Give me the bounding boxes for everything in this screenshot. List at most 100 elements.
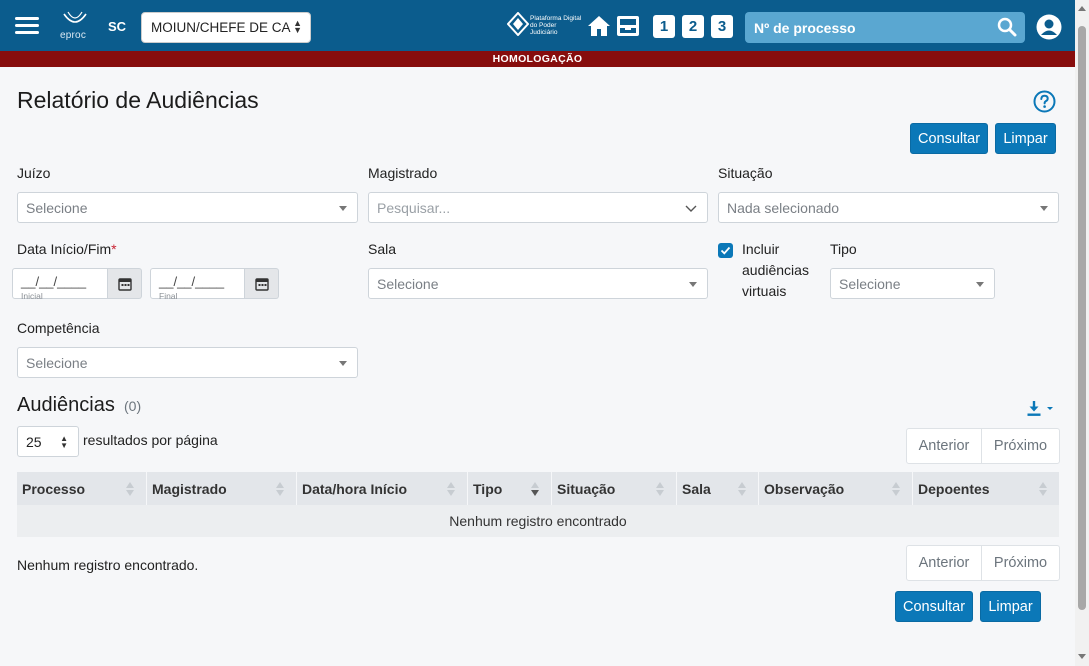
magistrado-label: Magistrado xyxy=(368,165,438,181)
sort-icon xyxy=(892,482,900,496)
profile-select-value: MOIUN/CHEFE DE CA xyxy=(151,20,291,35)
per-page-value: 25 xyxy=(26,433,42,450)
profile-select[interactable]: MOIUN/CHEFE DE CA ▲ ▼ xyxy=(141,12,311,43)
checkmark-icon xyxy=(720,246,731,255)
column-header-processo[interactable]: Processo xyxy=(17,472,147,505)
download-icon[interactable] xyxy=(1026,400,1056,418)
sort-desc-icon xyxy=(531,482,539,496)
caret-down-icon xyxy=(689,282,697,287)
pdpj-logo[interactable]: Plataforma Digital do Poder Judiciário xyxy=(506,11,583,42)
user-account-icon[interactable] xyxy=(1036,14,1062,40)
magistrado-search-input[interactable]: Pesquisar... xyxy=(368,192,708,223)
sala-select[interactable]: Selecione xyxy=(368,268,708,299)
situacao-select-value: Nada selecionado xyxy=(727,199,840,216)
incluir-virtuais-checkbox[interactable] xyxy=(718,243,733,258)
caret-down-icon xyxy=(976,282,984,287)
column-header-label: Situação xyxy=(557,480,616,497)
table-empty-row: Nenhum registro encontrado xyxy=(17,505,1059,537)
competencia-label: Competência xyxy=(17,320,100,336)
chevron-down-icon xyxy=(685,205,697,212)
column-header-label: Magistrado xyxy=(152,480,227,497)
data-fim-input[interactable]: __/__/____ Final xyxy=(150,268,245,301)
table-header: Processo Magistrado Data/hora Início Tip… xyxy=(17,472,1059,505)
caret-down-icon xyxy=(1040,206,1048,211)
main-content: Relatório de Audiências Consultar Limpar… xyxy=(0,67,1075,666)
data-inicio-calendar-button[interactable] xyxy=(108,268,142,299)
data-fim-calendar-button[interactable] xyxy=(245,268,279,299)
situacao-select[interactable]: Nada selecionado xyxy=(718,192,1059,223)
pagination-top: Anterior Próximo xyxy=(906,428,1060,464)
shortcut-2-button[interactable]: 2 xyxy=(682,15,704,38)
sala-label: Sala xyxy=(368,241,397,257)
search-icon[interactable] xyxy=(997,17,1017,37)
limpar-button-top[interactable]: Limpar xyxy=(995,123,1056,154)
consultar-button-bottom[interactable]: Consultar xyxy=(895,591,973,622)
per-page-label: resultados por página xyxy=(83,432,218,448)
pagination-bottom: Anterior Próximo xyxy=(906,545,1060,581)
incluir-virtuais-label[interactable]: Incluir audiências virtuais xyxy=(742,239,822,302)
results-title: Audiências xyxy=(17,394,115,416)
column-header-observacao[interactable]: Observação xyxy=(759,472,913,505)
juizo-select-value: Selecione xyxy=(26,199,88,216)
environment-banner: HOMOLOGAÇÃO xyxy=(0,51,1075,67)
pdpj-logo-text: Plataforma Digital do Poder Judiciário xyxy=(530,15,582,36)
column-header-situacao[interactable]: Situação xyxy=(552,472,677,505)
competencia-select-value: Selecione xyxy=(26,354,88,371)
consultar-button-top[interactable]: Consultar xyxy=(910,123,988,154)
next-page-button[interactable]: Próximo xyxy=(982,546,1059,580)
scroll-down-arrow-icon[interactable] xyxy=(1078,654,1086,659)
juizo-label: Juízo xyxy=(17,165,51,181)
results-footer-message: Nenhum registro encontrado. xyxy=(17,557,199,573)
data-inicio-sublabel: Inicial xyxy=(21,291,43,301)
column-header-sala[interactable]: Sala xyxy=(677,472,759,505)
juizo-select[interactable]: Selecione xyxy=(17,192,358,223)
column-header-tipo[interactable]: Tipo xyxy=(468,472,552,505)
data-fim-sublabel: Final xyxy=(159,291,178,301)
shortcut-1-button[interactable]: 1 xyxy=(653,15,675,38)
next-page-button[interactable]: Próximo xyxy=(982,429,1059,463)
column-header-label: Data/hora Início xyxy=(302,480,408,497)
data-inicio-group: __/__/____ Inicial xyxy=(12,268,142,301)
top-navbar: eproc SC MOIUN/CHEFE DE CA ▲ ▼ Plataforma… xyxy=(0,0,1075,51)
previous-page-button[interactable]: Anterior xyxy=(907,546,982,580)
column-header-data-hora[interactable]: Data/hora Início xyxy=(297,472,468,505)
tipo-select-value: Selecione xyxy=(839,275,901,292)
sort-icon xyxy=(126,482,134,496)
data-inicio-mask: __/__/____ xyxy=(21,274,87,289)
process-search-placeholder: Nº de processo xyxy=(754,19,856,36)
help-icon[interactable] xyxy=(1033,90,1056,113)
eproc-logo-text: eproc xyxy=(60,30,87,41)
column-header-label: Sala xyxy=(682,480,711,497)
shortcut-3-button[interactable]: 3 xyxy=(711,15,733,38)
data-label-text: Data Início/Fim xyxy=(17,241,112,257)
data-inicio-input[interactable]: __/__/____ Inicial xyxy=(12,268,108,301)
column-header-magistrado[interactable]: Magistrado xyxy=(147,472,297,505)
tipo-label: Tipo xyxy=(830,241,857,257)
limpar-button-bottom[interactable]: Limpar xyxy=(980,591,1041,622)
column-header-label: Observação xyxy=(764,480,845,497)
sort-icon xyxy=(447,482,455,496)
state-label: SC xyxy=(108,19,127,34)
menu-icon[interactable] xyxy=(15,17,39,35)
sort-icon xyxy=(1039,482,1047,496)
updown-arrows-icon: ▲ ▼ xyxy=(293,18,302,35)
per-page-select[interactable]: 25 ▲ ▼ xyxy=(17,426,79,457)
eproc-logo-icon xyxy=(63,11,87,23)
sort-icon xyxy=(276,482,284,496)
required-mark: * xyxy=(111,241,117,257)
tipo-select[interactable]: Selecione xyxy=(830,268,995,299)
home-icon[interactable] xyxy=(587,14,611,38)
scroll-up-arrow-icon[interactable] xyxy=(1078,6,1086,11)
updown-arrows-icon: ▲ ▼ xyxy=(60,434,68,450)
column-header-depoentes[interactable]: Depoentes xyxy=(913,472,1059,505)
data-fim-mask: __/__/____ xyxy=(159,274,225,289)
process-search-input[interactable]: Nº de processo xyxy=(745,12,1025,43)
scrollbar-thumb[interactable] xyxy=(1078,26,1086,610)
sort-icon xyxy=(738,482,746,496)
inbox-icon[interactable] xyxy=(616,15,640,37)
competencia-select[interactable]: Selecione xyxy=(17,347,358,378)
eproc-logo[interactable]: eproc xyxy=(58,10,92,42)
previous-page-button[interactable]: Anterior xyxy=(907,429,982,463)
magistrado-placeholder: Pesquisar... xyxy=(377,199,451,216)
situacao-label: Situação xyxy=(718,165,773,181)
